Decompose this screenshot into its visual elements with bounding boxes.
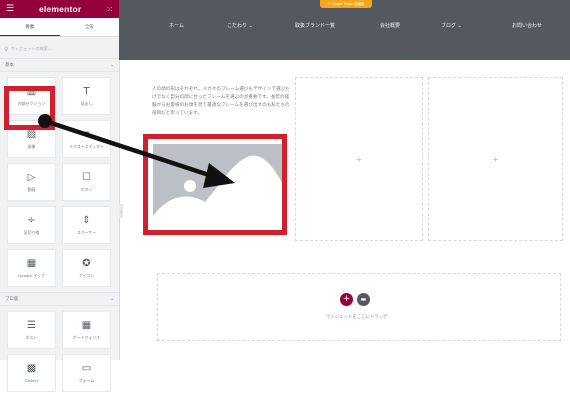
gallery-icon: ▩ xyxy=(26,363,37,374)
form-icon: ▭ xyxy=(81,362,92,374)
folder-icon[interactable]: ▬ xyxy=(357,293,370,306)
dropzone-hint: ウィジェットをここにドラッグ xyxy=(326,315,388,320)
add-section-button[interactable]: + xyxy=(340,293,353,306)
add-section-dropzone[interactable] xyxy=(157,273,561,341)
widget-label: Gallery xyxy=(24,378,39,383)
widget-label: フォーム xyxy=(78,377,95,383)
dropzone-buttons: + ▬ xyxy=(340,293,370,306)
